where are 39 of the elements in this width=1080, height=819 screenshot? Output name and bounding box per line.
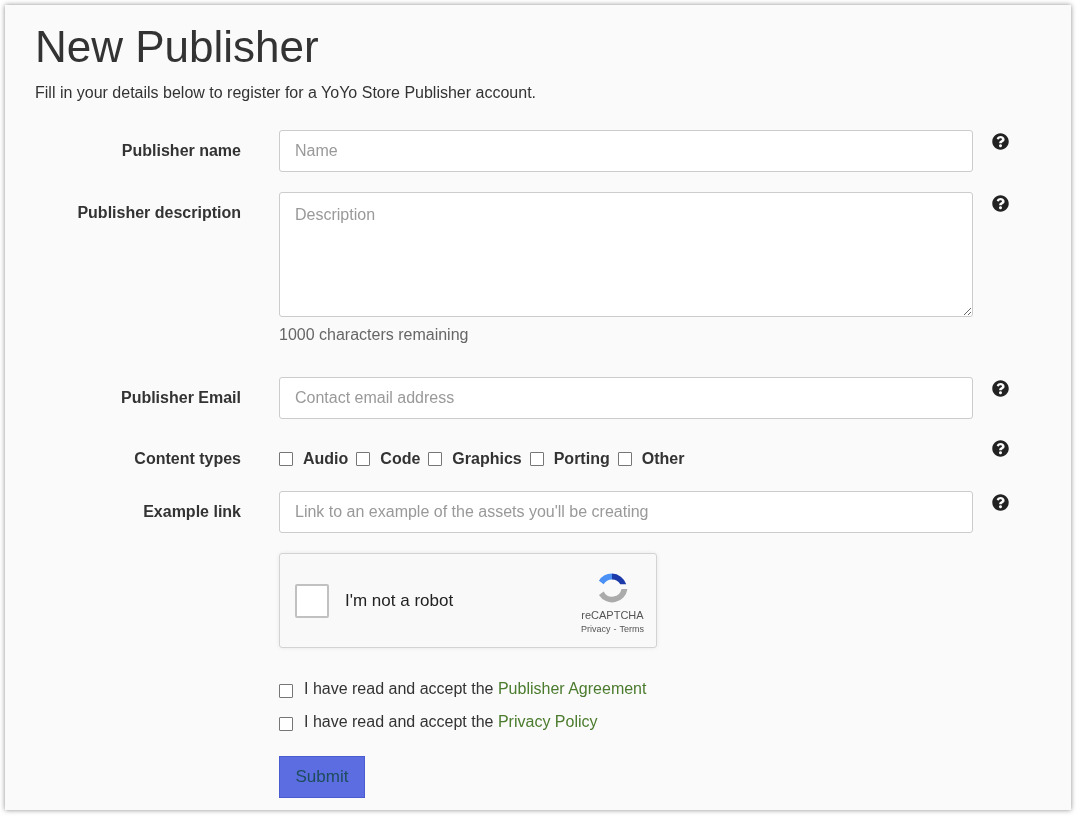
field-label: Publisher name — [120, 141, 241, 161]
option-label: Code — [380, 449, 421, 469]
agreement-text: I have read and accept the Publisher Agreement — [304, 679, 647, 699]
checkbox[interactable] — [279, 684, 293, 698]
checkbox[interactable] — [617, 452, 632, 466]
privacy-link[interactable]: Privacy — [581, 621, 611, 636]
help-icon[interactable] — [992, 494, 1009, 511]
checkbox[interactable] — [279, 452, 293, 466]
description-textarea[interactable]: Description — [279, 192, 973, 317]
help-icon[interactable] — [992, 133, 1009, 150]
option-label: Graphics — [452, 449, 522, 469]
field-label: Publisher description — [76, 203, 241, 223]
agreement-link[interactable]: Privacy Policy — [497, 713, 598, 730]
agreement-link[interactable]: Publisher Agreement — [497, 680, 647, 697]
agreement-text: I have read and accept the Privacy Policy — [304, 712, 598, 732]
help-icon[interactable] — [992, 380, 1009, 397]
option-label: Other — [641, 449, 685, 469]
checkbox[interactable] — [428, 452, 443, 466]
checkbox[interactable] — [356, 452, 371, 466]
field-label: Example link — [142, 502, 241, 522]
checkbox[interactable] — [279, 717, 293, 731]
option-label: Porting — [553, 449, 610, 469]
page-title: New Publisher — [35, 21, 320, 73]
help-icon[interactable] — [992, 195, 1009, 212]
text-input[interactable]: Name — [279, 130, 973, 172]
checkbox[interactable] — [529, 452, 544, 466]
separator: - — [613, 622, 617, 636]
characters-remaining: 1000 characters remaining — [279, 325, 470, 345]
terms-link[interactable]: Terms — [619, 621, 644, 636]
text-input[interactable]: Contact email address — [279, 377, 973, 419]
intro-text: Fill in your details below to register for a YoYo Store Publisher account. — [35, 83, 538, 103]
help-icon[interactable] — [992, 440, 1009, 457]
captcha-checkbox[interactable] — [295, 583, 329, 618]
captcha-label: I'm not a robot — [345, 589, 454, 612]
text-input[interactable]: Link to an example of the assets you'll be creating — [279, 491, 973, 533]
option-label: Audio — [303, 449, 349, 469]
recaptcha-brand: reCAPTCHA — [581, 607, 644, 622]
field-label: Publisher Email — [119, 388, 241, 408]
field-label: Content types — [133, 449, 241, 469]
